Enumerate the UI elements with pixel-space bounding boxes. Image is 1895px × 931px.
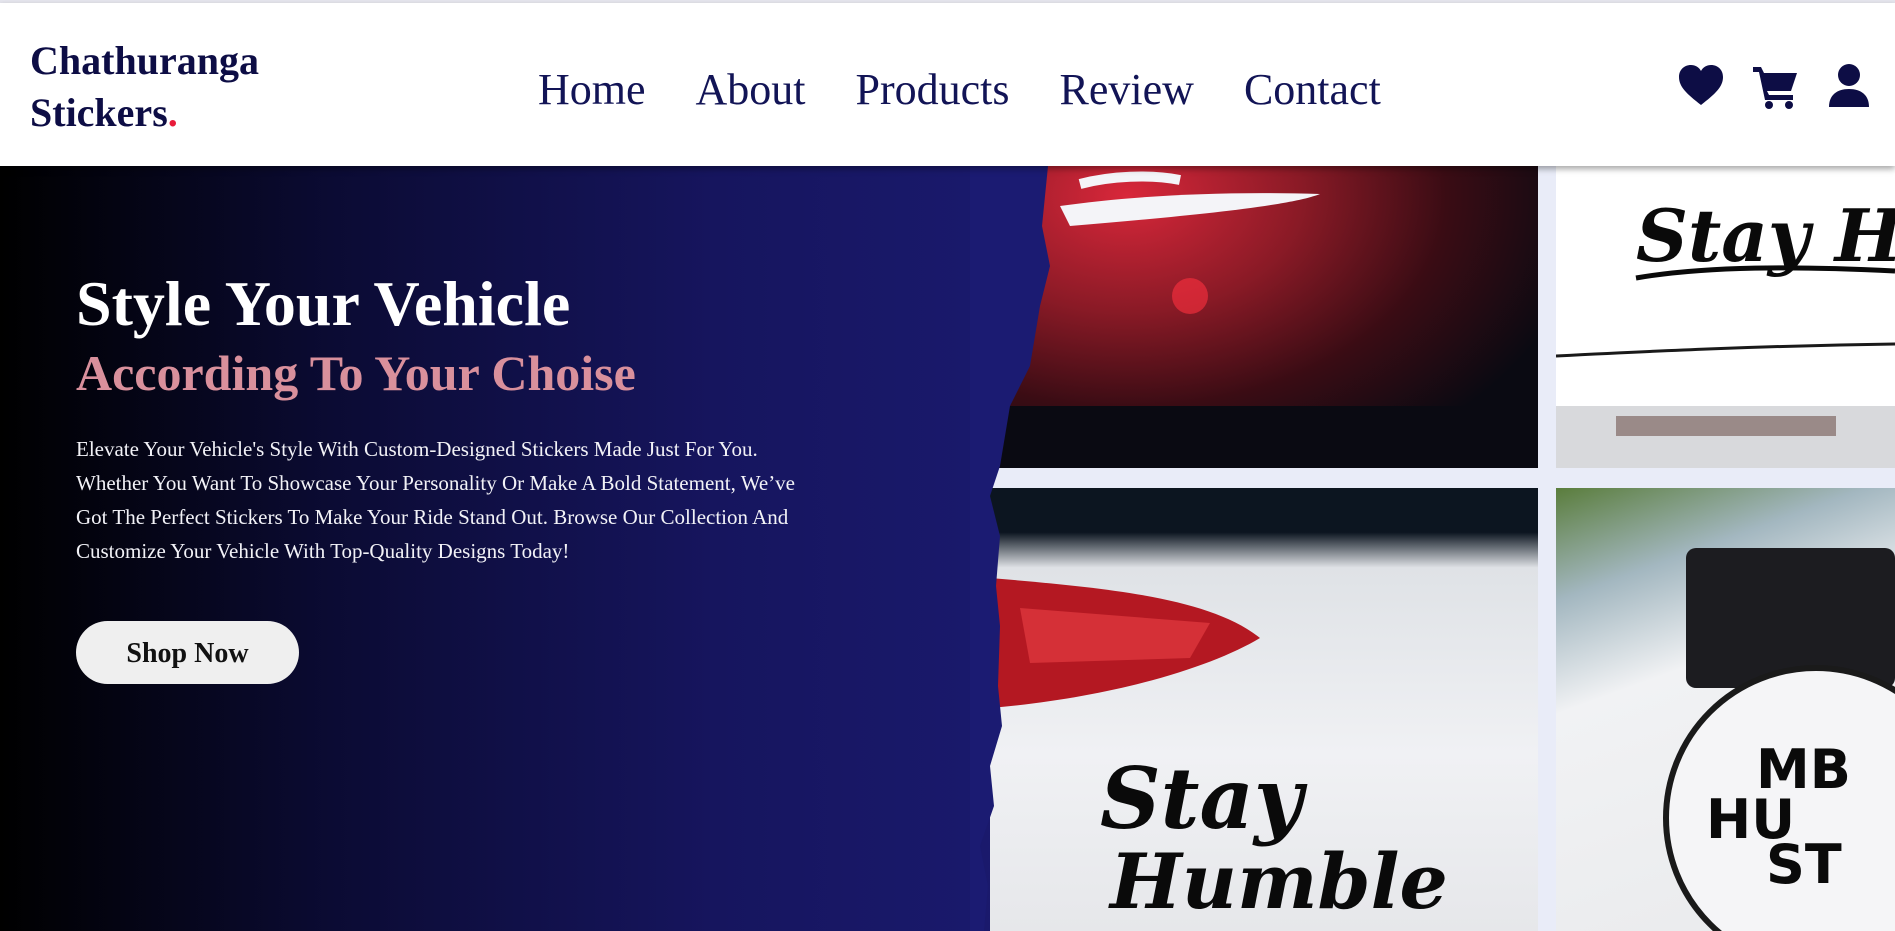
nav-products[interactable]: Products <box>856 64 1010 115</box>
photo-jeep-spare-wheel: MB HU ST <box>1556 488 1895 931</box>
nav-about[interactable]: About <box>696 64 806 115</box>
logo-line-2: Stickers. <box>30 87 259 139</box>
nav-review[interactable]: Review <box>1060 64 1194 115</box>
svg-text:Stay Hu: Stay Hu <box>1636 193 1895 278</box>
shop-now-button[interactable]: Shop Now <box>76 621 299 684</box>
torn-edge <box>970 166 1050 931</box>
site-logo[interactable]: Chathuranga Stickers. <box>30 35 259 139</box>
nav-home[interactable]: Home <box>538 64 646 115</box>
logo-dot: . <box>167 90 178 135</box>
main-nav: Home About Products Review Contact <box>538 59 1381 119</box>
hero-text: Style Your Vehicle According To Your Cho… <box>76 266 836 684</box>
hero-subtitle: According To Your Choise <box>76 345 636 401</box>
svg-text:ST: ST <box>1766 833 1842 896</box>
photo-red-car <box>990 166 1538 468</box>
nav-contact[interactable]: Contact <box>1244 64 1381 115</box>
photo-stay-humble-white: Stay Hu <box>1556 166 1895 468</box>
hero-section: Stay Hu Stay Humble MB HU ST <box>0 166 1895 931</box>
logo-line-1: Chathuranga <box>30 38 259 83</box>
user-icon[interactable] <box>1825 61 1873 111</box>
cart-icon[interactable] <box>1751 61 1799 111</box>
hero-title: Style Your Vehicle <box>76 268 571 339</box>
logo-line-2-text: Stickers <box>30 90 168 135</box>
site-header: Chathuranga Stickers. Home About Product… <box>0 3 1895 166</box>
hero-photo-grid: Stay Hu Stay Humble MB HU ST <box>990 166 1895 931</box>
photo-white-car-taillight: Stay Humble <box>990 488 1538 931</box>
header-icons <box>1677 61 1873 111</box>
hero-description: Elevate Your Vehicle's Style With Custom… <box>76 437 796 563</box>
svg-text:Humble: Humble <box>1108 837 1448 926</box>
heart-icon[interactable] <box>1677 61 1725 111</box>
svg-text:Stay: Stay <box>1100 749 1308 848</box>
